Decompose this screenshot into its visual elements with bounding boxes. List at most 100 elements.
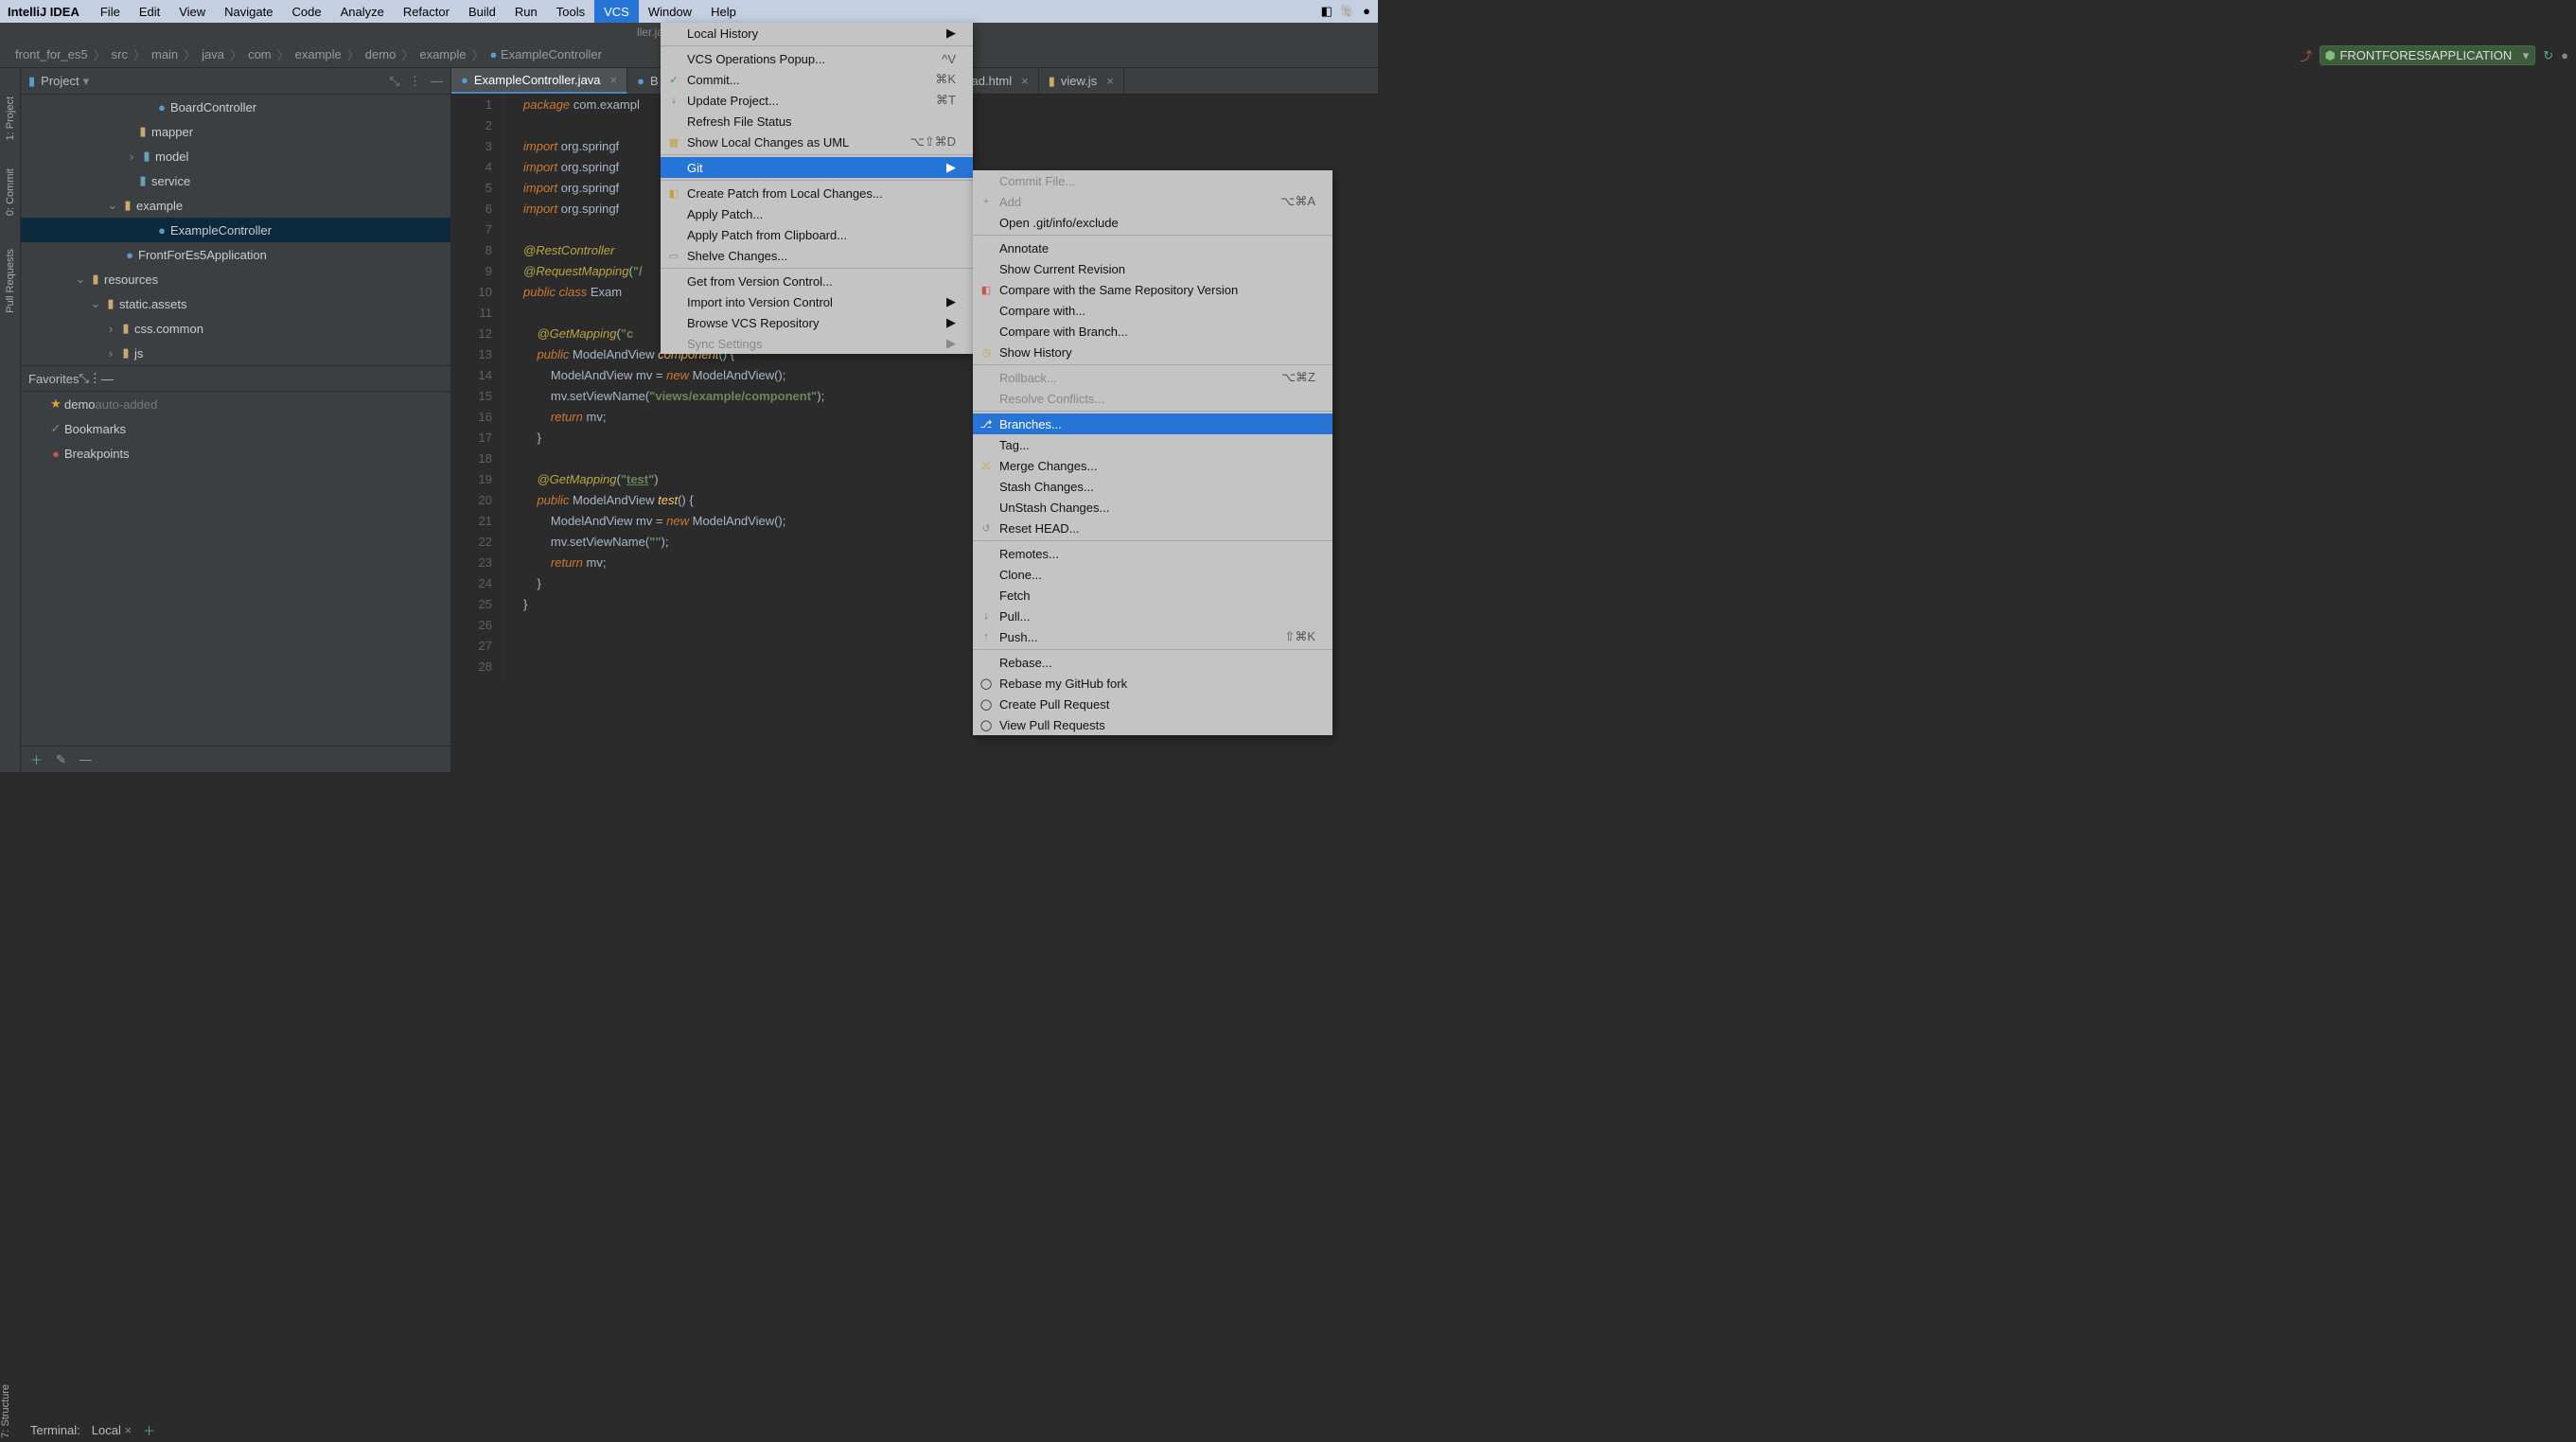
menu-item[interactable]: Clone... bbox=[973, 564, 1332, 585]
breadcrumb-item[interactable]: front_for_es5 bbox=[15, 47, 88, 62]
menu-help[interactable]: Help bbox=[701, 0, 746, 23]
remove-icon[interactable]: — bbox=[79, 752, 92, 766]
favorite-item[interactable]: ★demo auto-added bbox=[21, 392, 450, 416]
rail-pull-requests[interactable]: Pull Requests bbox=[5, 249, 16, 313]
chevron-down-icon[interactable]: ▾ bbox=[83, 74, 90, 89]
tree-item[interactable]: ●FrontForEs5Application bbox=[21, 242, 450, 267]
tree-item[interactable]: ▮service bbox=[21, 168, 450, 193]
code-line[interactable] bbox=[523, 448, 824, 469]
tree-item[interactable]: ›▮css.common bbox=[21, 316, 450, 341]
more-icon[interactable]: ⋮ bbox=[89, 371, 101, 386]
menu-item[interactable]: VCS Operations Popup...^V bbox=[661, 48, 973, 69]
menu-item[interactable]: Annotate bbox=[973, 237, 1332, 258]
menu-item[interactable]: ▭Shelve Changes... bbox=[661, 245, 973, 266]
menu-navigate[interactable]: Navigate bbox=[215, 0, 282, 23]
menu-item[interactable]: Rebase... bbox=[973, 652, 1332, 673]
menu-refactor[interactable]: Refactor bbox=[394, 0, 459, 23]
stop-icon[interactable]: ● bbox=[2561, 48, 2568, 62]
expand-arrow-icon[interactable]: ⌄ bbox=[74, 272, 87, 287]
menu-item[interactable]: Stash Changes... bbox=[973, 476, 1332, 497]
code-line[interactable]: mv.setViewName(""); bbox=[523, 532, 824, 553]
menu-edit[interactable]: Edit bbox=[130, 0, 169, 23]
tree-item[interactable]: ⌄▮static.assets bbox=[21, 291, 450, 316]
tray-icon[interactable]: ● bbox=[1363, 4, 1370, 19]
code-line[interactable]: return mv; bbox=[523, 407, 824, 428]
tree-item[interactable]: ›▮js bbox=[21, 341, 450, 365]
add-icon[interactable]: ＋ bbox=[30, 750, 43, 768]
editor-tab[interactable]: ●ExampleController.java× bbox=[451, 68, 627, 94]
rail-structure[interactable]: 7: Structure bbox=[0, 1384, 11, 1438]
menu-file[interactable]: File bbox=[91, 0, 130, 23]
tree-item[interactable]: ●BoardController bbox=[21, 95, 450, 119]
terminal-label[interactable]: Terminal: bbox=[30, 1423, 80, 1437]
code-line[interactable] bbox=[523, 657, 824, 677]
menu-item[interactable]: Apply Patch from Clipboard... bbox=[661, 224, 973, 245]
expand-arrow-icon[interactable]: ⌄ bbox=[89, 296, 102, 311]
evernote-icon[interactable]: 🐘 bbox=[1340, 4, 1355, 19]
breadcrumb-item[interactable]: example bbox=[419, 47, 466, 62]
menu-item[interactable]: Git▶ bbox=[661, 157, 973, 178]
code-line[interactable]: public ModelAndView test() { bbox=[523, 490, 824, 511]
breadcrumb-item[interactable]: ● ExampleController bbox=[490, 47, 602, 62]
breadcrumb-item[interactable]: java bbox=[202, 47, 224, 62]
close-tab-icon[interactable]: × bbox=[1106, 74, 1114, 88]
menu-item[interactable]: Get from Version Control... bbox=[661, 271, 973, 291]
tray-icon[interactable]: ◧ bbox=[1321, 4, 1332, 19]
code-line[interactable]: } bbox=[523, 428, 824, 448]
breadcrumb-item[interactable]: demo bbox=[365, 47, 397, 62]
code-line[interactable] bbox=[523, 636, 824, 657]
sync-icon[interactable]: ↻ bbox=[2543, 48, 2553, 63]
menu-item[interactable]: Import into Version Control▶ bbox=[661, 291, 973, 312]
menu-item[interactable]: Tag... bbox=[973, 434, 1332, 455]
rail-commit[interactable]: 0: Commit bbox=[5, 168, 16, 216]
code-line[interactable]: ModelAndView mv = new ModelAndView(); bbox=[523, 511, 824, 532]
menu-item[interactable]: Fetch bbox=[973, 585, 1332, 606]
menu-window[interactable]: Window bbox=[639, 0, 701, 23]
tree-item[interactable]: ▮mapper bbox=[21, 119, 450, 144]
editor-tab[interactable]: ▮view.js× bbox=[1039, 68, 1124, 94]
menu-item[interactable]: Apply Patch... bbox=[661, 203, 973, 224]
menu-analyze[interactable]: Analyze bbox=[331, 0, 394, 23]
expand-arrow-icon[interactable]: ⌄ bbox=[106, 198, 119, 213]
collapse-icon[interactable]: ⤡ bbox=[79, 371, 88, 386]
menu-item[interactable]: ↺Reset HEAD... bbox=[973, 518, 1332, 538]
menu-item[interactable]: ✓Commit...⌘K bbox=[661, 69, 973, 90]
favorite-item[interactable]: ✓Bookmarks bbox=[21, 416, 450, 441]
expand-arrow-icon[interactable]: › bbox=[104, 346, 117, 360]
menu-item[interactable]: ◯View Pull Requests bbox=[973, 714, 1332, 735]
menu-view[interactable]: View bbox=[169, 0, 215, 23]
menu-code[interactable]: Code bbox=[282, 0, 330, 23]
code-line[interactable] bbox=[523, 615, 824, 636]
close-tab-icon[interactable]: × bbox=[1021, 74, 1029, 88]
menu-item[interactable]: ◯Rebase my GitHub fork bbox=[973, 673, 1332, 694]
menu-item[interactable]: ⤩Merge Changes... bbox=[973, 455, 1332, 476]
menu-item[interactable]: ⎇Branches... bbox=[973, 413, 1332, 434]
tree-item[interactable]: ›▮model bbox=[21, 144, 450, 168]
tree-item[interactable]: ⌄▮resources bbox=[21, 267, 450, 291]
menu-item[interactable]: ↑Push...⇧⌘K bbox=[973, 626, 1332, 647]
menu-item[interactable]: Refresh File Status bbox=[661, 111, 973, 132]
rail-project[interactable]: 1: Project bbox=[5, 97, 16, 140]
collapse-icon[interactable]: ⤡ bbox=[390, 74, 399, 89]
code-line[interactable]: mv.setViewName("views/example/component"… bbox=[523, 386, 824, 407]
menu-item[interactable]: ◯Create Pull Request bbox=[973, 694, 1332, 714]
menu-item[interactable]: Browse VCS Repository▶ bbox=[661, 312, 973, 333]
breadcrumb-item[interactable]: example bbox=[295, 47, 342, 62]
expand-arrow-icon[interactable]: › bbox=[125, 149, 138, 164]
menu-item[interactable]: ◧Compare with the Same Repository Versio… bbox=[973, 279, 1332, 300]
run-config-selector[interactable]: ⬢ FRONTFORES5APPLICATION ▾ bbox=[2320, 45, 2535, 65]
tree-item[interactable]: ●ExampleController bbox=[21, 218, 450, 242]
breadcrumb-item[interactable]: main bbox=[151, 47, 178, 62]
menu-item[interactable]: Compare with... bbox=[973, 300, 1332, 321]
hide-icon[interactable]: — bbox=[101, 372, 114, 386]
hide-icon[interactable]: — bbox=[431, 74, 443, 88]
menu-item[interactable]: ↓Update Project...⌘T bbox=[661, 90, 973, 111]
build-icon[interactable]: ⤴ bbox=[2300, 46, 2312, 64]
close-tab-icon[interactable]: × bbox=[610, 73, 618, 87]
menu-item[interactable]: ◧Create Patch from Local Changes... bbox=[661, 183, 973, 203]
project-title[interactable]: Project bbox=[41, 74, 79, 88]
code-line[interactable]: } bbox=[523, 573, 824, 594]
expand-arrow-icon[interactable]: › bbox=[104, 322, 117, 336]
menu-item[interactable]: UnStash Changes... bbox=[973, 497, 1332, 518]
menu-build[interactable]: Build bbox=[459, 0, 505, 23]
